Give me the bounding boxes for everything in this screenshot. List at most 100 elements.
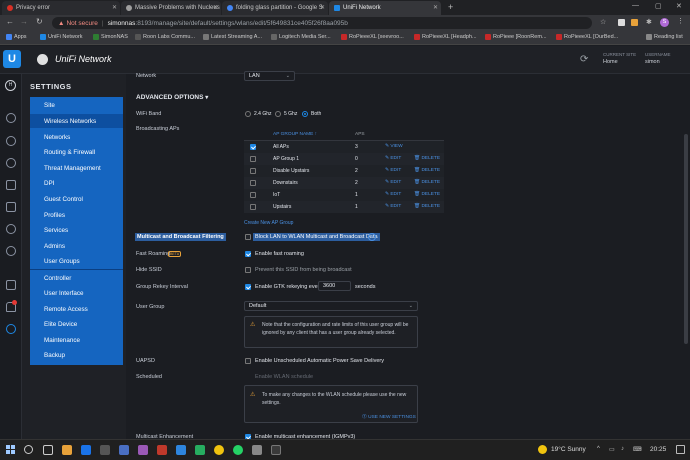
menu-item-threat-management[interactable]: Threat Management [44, 165, 101, 172]
browser-tab[interactable]: Massive Problems with Nucleus ✕ [121, 1, 221, 15]
extension-icon[interactable] [631, 19, 638, 26]
puzzle-icon[interactable]: ✱ [646, 18, 652, 26]
fast-roaming-checkbox[interactable] [245, 251, 251, 257]
advanced-options-toggle[interactable]: ADVANCED OPTIONS ▾ [136, 94, 208, 101]
menu-item-routing-firewall[interactable]: Routing & Firewall [44, 149, 95, 156]
username-value[interactable]: simon [645, 59, 660, 65]
ap-group-delete-link[interactable]: 🗑 DELETE [414, 192, 440, 197]
back-icon[interactable]: ← [6, 17, 14, 26]
ap-group-checkbox[interactable] [250, 156, 256, 162]
search-icon[interactable] [24, 445, 33, 454]
bookmark[interactable]: RoPieeeXL [Headph... [414, 34, 477, 40]
rekey-checkbox[interactable] [245, 284, 251, 290]
language-icon[interactable]: ⌨ [633, 446, 642, 453]
topology-icon[interactable] [6, 136, 16, 146]
scrollbar-thumb[interactable] [684, 134, 688, 344]
new-tab-button[interactable]: + [448, 2, 453, 12]
devices-icon[interactable] [6, 158, 16, 168]
ap-group-checkbox[interactable] [250, 204, 256, 210]
task-view-icon[interactable] [43, 445, 53, 455]
browser-tab[interactable]: Privacy error ✕ [2, 1, 120, 15]
maximize-button[interactable]: ▢ [655, 2, 662, 10]
bookmark[interactable]: Roon Labs Commu... [135, 34, 195, 40]
network-select[interactable]: LAN ⌄ [244, 71, 295, 81]
bookmark[interactable]: Logitech Media Ser... [271, 34, 331, 40]
menu-item-controller[interactable]: Controller [44, 275, 71, 282]
clock-time[interactable]: 20:25 [650, 446, 666, 453]
app-icon[interactable] [252, 445, 262, 455]
chat-icon[interactable] [6, 280, 16, 290]
weather-text[interactable]: 19°C Sunny [551, 446, 586, 453]
ap-group-edit-link[interactable]: ✎ EDIT [385, 192, 401, 197]
menu-item-user-groups[interactable]: User Groups [44, 258, 80, 265]
windows-start-icon[interactable] [6, 445, 15, 454]
menu-item-admins[interactable]: Admins [44, 243, 65, 250]
menu-item-site[interactable]: Site [44, 102, 55, 109]
create-ap-group-link[interactable]: Create New AP Group [244, 220, 293, 226]
menu-item-backup[interactable]: Backup [44, 352, 65, 359]
menu-item-remote-access[interactable]: Remote Access [44, 306, 88, 313]
close-icon[interactable]: ✕ [433, 4, 438, 11]
address-bar[interactable]: ▲ Not secure | simonnas :8193/manage/sit… [52, 17, 592, 29]
unifi-logo-icon[interactable]: U [3, 50, 21, 68]
mail-icon[interactable] [81, 445, 91, 455]
ap-group-delete-link[interactable]: 🗑 DELETE [414, 156, 440, 161]
shield-icon[interactable] [6, 246, 16, 256]
ap-group-delete-link[interactable]: 🗑 DELETE [414, 204, 440, 209]
current-site-value[interactable]: Home [603, 59, 618, 65]
speaker-icon[interactable]: ♪ [621, 446, 624, 452]
ap-group-checkbox[interactable] [250, 180, 256, 186]
menu-item-profiles[interactable]: Profiles [44, 212, 65, 219]
ap-group-delete-link[interactable]: 🗑 DELETE [414, 168, 440, 173]
menu-kebab-icon[interactable]: ⋮ [677, 17, 684, 25]
extension-icon[interactable] [618, 19, 625, 26]
clients-icon[interactable] [6, 180, 16, 190]
app-icon[interactable] [138, 445, 148, 455]
hide-ssid-checkbox[interactable] [245, 267, 251, 273]
menu-item-wireless-networks[interactable]: Wireless Networks [44, 118, 96, 125]
home-icon[interactable]: H [5, 80, 16, 91]
app-icon[interactable] [176, 445, 186, 455]
menu-item-services[interactable]: Services [44, 227, 68, 234]
statistics-icon[interactable] [6, 202, 16, 212]
close-window-button[interactable]: ✕ [676, 2, 682, 10]
rekey-interval-input[interactable]: 3600 [318, 281, 351, 291]
multicast-filter-checkbox[interactable] [245, 234, 251, 240]
bookmark[interactable]: UniFi Network [40, 34, 83, 40]
ap-group-edit-link[interactable]: ✎ EDIT [385, 204, 401, 209]
ap-group-checkbox[interactable] [250, 168, 256, 174]
ap-group-view-link[interactable]: ✎ VIEW [385, 144, 403, 149]
bookmark[interactable]: RoPieeeXL [xeevroo... [341, 34, 404, 40]
network-icon[interactable]: ▭ [609, 446, 615, 453]
app-icon[interactable] [157, 445, 167, 455]
close-icon[interactable]: ✕ [112, 4, 117, 11]
menu-item-dpi[interactable]: DPI [44, 180, 55, 187]
reading-list[interactable]: Reading list [646, 34, 683, 40]
reload-icon[interactable]: ↻ [36, 17, 43, 26]
notifications-icon[interactable] [676, 445, 685, 454]
ap-group-edit-link[interactable]: ✎ EDIT [385, 156, 401, 161]
app-icon[interactable] [119, 445, 129, 455]
user-group-select[interactable]: Default ⌄ [244, 301, 418, 311]
ap-group-edit-link[interactable]: ✎ EDIT [385, 168, 401, 173]
band-radio-24[interactable] [245, 111, 251, 117]
browser-tab[interactable]: folding glass partition - Google S ✕ [222, 1, 328, 15]
ap-group-checkbox[interactable] [250, 144, 256, 150]
menu-item-maintenance[interactable]: Maintenance [44, 337, 80, 344]
chrome-icon[interactable] [214, 445, 224, 455]
bookmark[interactable]: RoPieee [RoonRem... [485, 34, 547, 40]
profile-avatar[interactable]: S [660, 18, 669, 27]
use-new-settings-link[interactable]: ⓵ USE NEW SETTINGS [362, 413, 416, 420]
star-icon[interactable]: ☆ [600, 18, 606, 26]
bookmark[interactable]: RoPieeeXL [OurBed... [556, 34, 618, 40]
forward-icon[interactable]: → [20, 17, 28, 26]
app-icon[interactable] [195, 445, 205, 455]
menu-item-user-interface[interactable]: User Interface [44, 290, 84, 297]
ap-group-delete-link[interactable]: 🗑 DELETE [414, 180, 440, 185]
band-radio-5[interactable] [275, 111, 281, 117]
insights-icon[interactable] [6, 224, 16, 234]
minimize-button[interactable]: — [632, 2, 639, 9]
close-icon[interactable]: ✕ [213, 4, 218, 11]
menu-item-networks[interactable]: Networks [44, 134, 70, 141]
app-icon[interactable] [271, 445, 281, 455]
